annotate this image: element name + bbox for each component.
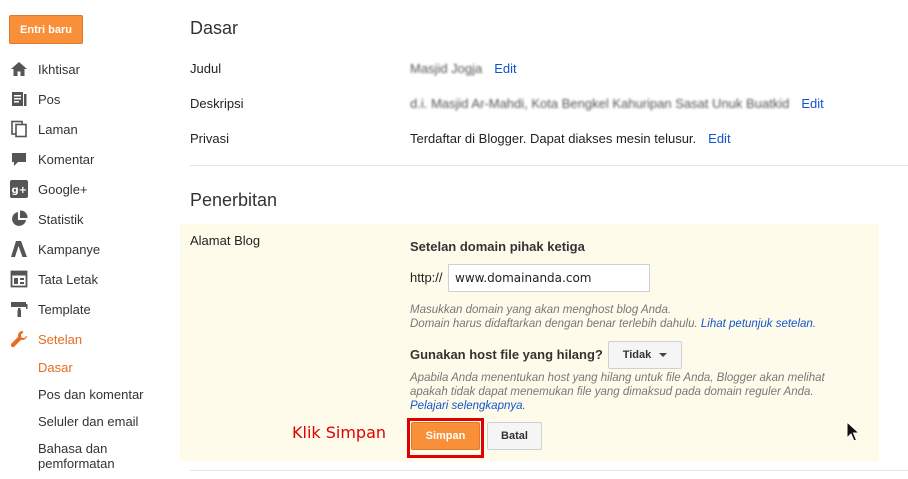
- description-label: Deskripsi: [190, 96, 244, 111]
- sidebar-item-label: Template: [38, 301, 91, 317]
- sidebar-item-label: Kampanye: [38, 241, 101, 257]
- learn-more-link[interactable]: Pelajari selengkapnya.: [410, 400, 526, 412]
- sidebar: Entri baru Ikhtisar Pos Laman Komentar g…: [0, 0, 180, 479]
- http-prefix: http://: [410, 270, 443, 285]
- sidebar-item-campaign[interactable]: Kampanye: [10, 239, 100, 259]
- edit-description-link[interactable]: Edit: [801, 96, 823, 111]
- missing-host-question: Gunakan host file yang hilang?: [410, 347, 603, 362]
- home-icon: [10, 60, 28, 78]
- sidebar-item-posts[interactable]: Pos: [10, 89, 60, 109]
- layout-icon: [10, 270, 28, 288]
- pages-icon: [10, 120, 28, 138]
- section-divider: [190, 165, 908, 166]
- save-button[interactable]: Simpan: [411, 422, 480, 450]
- comment-icon: [10, 150, 28, 168]
- sidebar-item-google-plus[interactable]: g+ Google+: [10, 179, 88, 199]
- blog-description-value: d.i. Masjid Ar-Mahdi, Kota Bengkel Kahur…: [410, 96, 790, 111]
- privacy-row: Terdaftar di Blogger. Dapat diakses mesi…: [410, 131, 731, 146]
- sidebar-item-label: Pos: [38, 91, 61, 107]
- section-title-publishing: Penerbitan: [190, 190, 278, 210]
- edit-privacy-link[interactable]: Edit: [708, 131, 730, 146]
- mouse-cursor-icon: [846, 421, 861, 442]
- sidebar-item-label: Tata Letak: [38, 271, 98, 287]
- new-post-button[interactable]: Entri baru: [9, 15, 83, 44]
- missing-host-explain-1: Apabila Anda menentukan host yang hilang…: [410, 372, 825, 384]
- sidebar-item-label: Laman: [38, 121, 78, 137]
- domain-hint-2-text: Domain harus didaftarkan dengan benar te…: [410, 318, 698, 330]
- title-row: Masjid Jogja Edit: [410, 61, 517, 76]
- domain-input[interactable]: www.domainanda.com: [448, 264, 650, 292]
- privacy-label: Privasi: [190, 131, 230, 146]
- sidebar-item-stats[interactable]: Statistik: [10, 209, 84, 229]
- settings-main: Dasar Judul Masjid Jogja Edit Deskripsi …: [180, 0, 908, 479]
- edit-title-link[interactable]: Edit: [494, 61, 516, 76]
- click-save-annotation: Klik Simpan: [292, 423, 387, 442]
- sidebar-item-pages[interactable]: Laman: [10, 119, 78, 139]
- cancel-button[interactable]: Batal: [487, 422, 542, 450]
- third-party-domain-title: Setelan domain pihak ketiga: [410, 239, 585, 254]
- sidebar-item-overview[interactable]: Ikhtisar: [10, 59, 80, 79]
- google-plus-icon: g+: [10, 180, 28, 198]
- campaign-icon: [10, 240, 28, 258]
- setup-guide-link[interactable]: Lihat petunjuk setelan.: [701, 318, 816, 330]
- posts-icon: [10, 90, 28, 108]
- sidebar-item-label: Google+: [38, 181, 88, 197]
- section-title-basic: Dasar: [190, 18, 239, 38]
- caret-down-icon: [659, 353, 668, 357]
- learn-more-row: Pelajari selengkapnya.: [410, 399, 526, 413]
- blog-address-label: Alamat Blog: [190, 233, 261, 248]
- missing-host-dropdown[interactable]: Tidak: [608, 341, 682, 369]
- sidebar-item-label: Ikhtisar: [38, 61, 80, 77]
- blog-title-value: Masjid Jogja: [410, 61, 483, 76]
- blog-address-panel: Alamat Blog Setelan domain pihak ketiga …: [180, 224, 879, 461]
- sidebar-subitem-posts-comments[interactable]: Pos dan komentar: [38, 387, 144, 402]
- title-label: Judul: [190, 61, 222, 76]
- privacy-value: Terdaftar di Blogger. Dapat diakses mesi…: [410, 131, 697, 146]
- wrench-icon: [10, 330, 28, 348]
- sidebar-subitem-basic[interactable]: Dasar: [38, 360, 73, 375]
- missing-host-explain-2: apakah tidak dapat menemukan file yang d…: [410, 386, 814, 398]
- sidebar-item-settings[interactable]: Setelan: [10, 329, 82, 349]
- sidebar-subitem-language-formatting[interactable]: Bahasa dan pemformatan: [38, 441, 148, 471]
- template-icon: [10, 300, 28, 318]
- sidebar-subitem-mobile-email[interactable]: Seluler dan email: [38, 414, 138, 429]
- svg-text:g+: g+: [12, 185, 28, 196]
- missing-host-value: Tidak: [622, 349, 652, 361]
- sidebar-item-template[interactable]: Template: [10, 299, 91, 319]
- domain-hint-2: Domain harus didaftarkan dengan benar te…: [410, 317, 816, 331]
- sidebar-item-label: Statistik: [38, 211, 84, 227]
- sidebar-item-label: Komentar: [38, 151, 95, 167]
- sidebar-item-comments[interactable]: Komentar: [10, 149, 94, 169]
- domain-hint-1: Masukkan domain yang akan menghost blog …: [410, 304, 672, 316]
- description-row: d.i. Masjid Ar-Mahdi, Kota Bengkel Kahur…: [410, 96, 824, 111]
- bottom-divider: [190, 470, 908, 471]
- sidebar-item-label: Setelan: [38, 331, 83, 347]
- stats-icon: [10, 210, 28, 228]
- sidebar-item-layout[interactable]: Tata Letak: [10, 269, 98, 289]
